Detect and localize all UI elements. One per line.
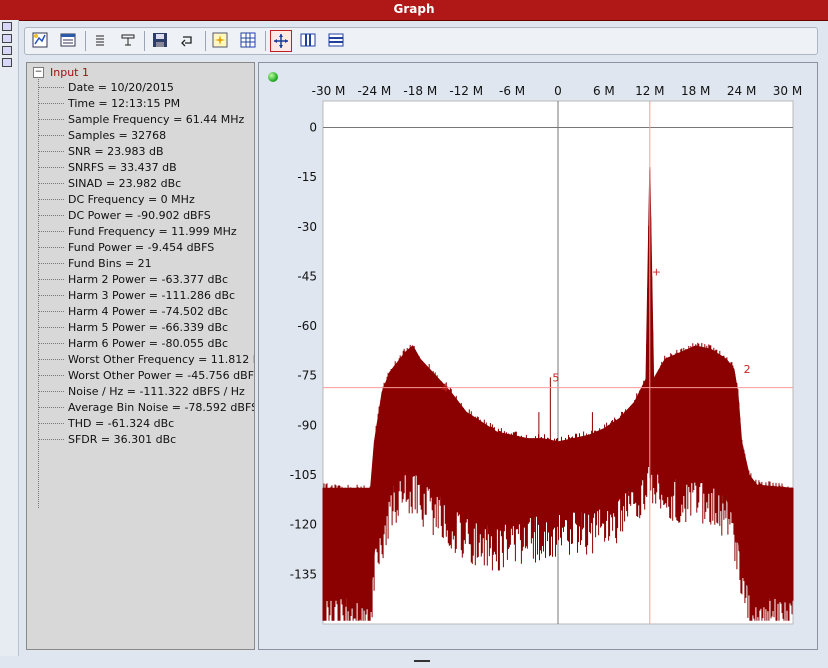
x-tick-label: -12 M xyxy=(449,84,483,98)
y-tick-label: -90 xyxy=(297,418,317,432)
x-tick-label: 12 M xyxy=(635,84,664,98)
y-tick-label: -45 xyxy=(297,269,317,283)
x-tick-label: -18 M xyxy=(403,84,437,98)
harmonic-marker-label: 2 xyxy=(744,363,751,376)
status-bar xyxy=(0,656,828,668)
x-tick-label: 6 M xyxy=(593,84,615,98)
resize-grip-icon[interactable] xyxy=(414,660,430,662)
x-tick-label: -24 M xyxy=(358,84,392,98)
x-tick-label: -30 M xyxy=(312,84,346,98)
y-tick-label: -75 xyxy=(297,369,317,383)
x-tick-label: 30 M xyxy=(773,84,802,98)
y-tick-label: -105 xyxy=(290,468,317,482)
x-tick-label: 24 M xyxy=(727,84,756,98)
x-tick-label: 18 M xyxy=(681,84,710,98)
harmonic-marker-label: 4 xyxy=(441,381,448,394)
y-tick-label: -120 xyxy=(290,518,317,532)
y-tick-label: 0 xyxy=(309,120,317,134)
x-tick-label: 0 xyxy=(554,84,562,98)
x-tick-label: -6 M xyxy=(499,84,525,98)
y-tick-label: -15 xyxy=(297,170,317,184)
y-tick-label: -60 xyxy=(297,319,317,333)
graph-window: Graph − Input 1 Date = 10/20/2015 Time =… xyxy=(0,0,828,668)
harmonic-marker-label: 5 xyxy=(552,371,559,384)
spectrum-chart[interactable]: -30 M -24 M -18 M -12 M -6 M 0 6 M 12 M 18 M 24 M… xyxy=(0,0,828,668)
y-tick-label: -30 xyxy=(297,220,317,234)
harmonic-marker-label: + xyxy=(652,265,661,278)
y-tick-label: -135 xyxy=(290,567,317,581)
